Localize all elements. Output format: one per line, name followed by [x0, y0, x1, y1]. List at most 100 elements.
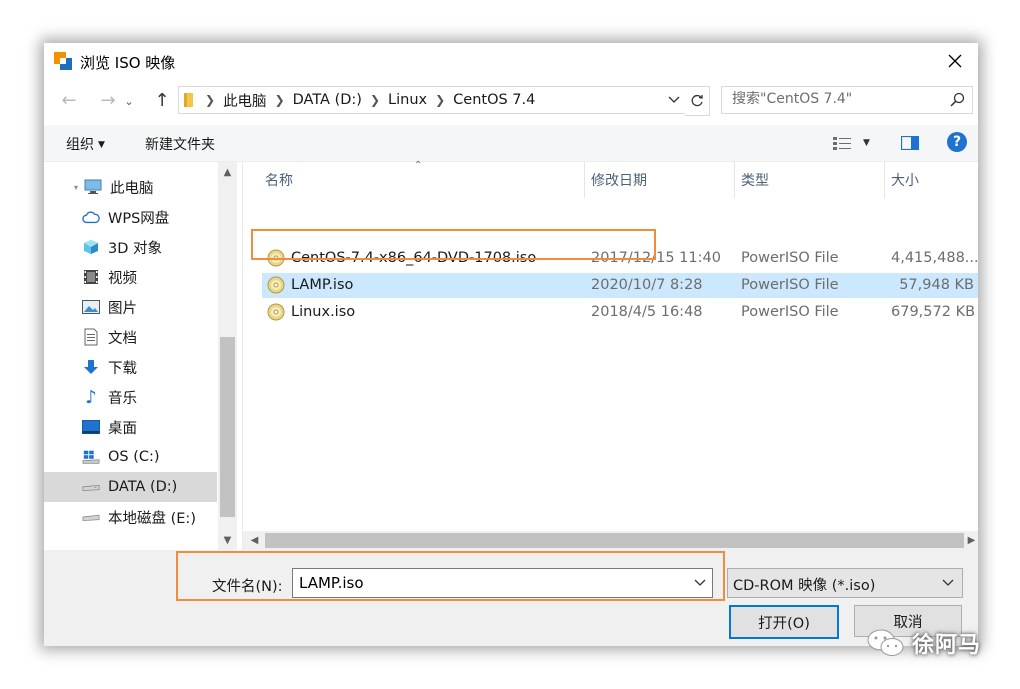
scrollbar-thumb[interactable] — [220, 337, 235, 517]
chevron-right-icon: ❯ — [274, 93, 285, 107]
new-folder-label: 新建文件夹 — [145, 137, 215, 153]
drive-icon — [82, 508, 100, 526]
chevron-down-icon — [668, 96, 680, 103]
nav-label: DATA (D:) — [108, 479, 178, 495]
column-header-name[interactable]: 名称 — [265, 162, 293, 198]
scroll-up-arrow-icon[interactable]: ▲ — [218, 164, 237, 181]
scroll-down-arrow-icon[interactable]: ▼ — [218, 532, 237, 549]
preview-pane-icon — [901, 136, 919, 150]
column-separator[interactable] — [584, 162, 585, 198]
open-button[interactable]: 打开(O) — [729, 605, 839, 639]
chevron-right-icon: ❯ — [369, 93, 381, 107]
horizontal-scrollbar[interactable]: ◀ ▶ — [243, 531, 978, 550]
nav-label: OS (C:) — [108, 449, 160, 465]
help-icon: ? — [952, 134, 962, 150]
refresh-button[interactable] — [685, 86, 710, 116]
video-icon — [82, 268, 100, 286]
search-box[interactable] — [721, 86, 973, 114]
nav-label: 本地磁盘 (E:) — [108, 510, 196, 527]
table-row-selected[interactable]: LAMP.iso 2020/10/7 8:28 PowerISO File 57… — [262, 273, 978, 298]
nav-item-this-pc[interactable]: ▾ 此电脑 — [44, 172, 217, 202]
nav-item-3d-objects[interactable]: 3D 对象 — [44, 232, 217, 262]
windows-drive-icon — [82, 448, 100, 466]
address-bar[interactable]: ❯ 此电脑 ❯ DATA (D:) ❯ Linux ❯ CentOS 7.4 — [178, 86, 687, 114]
filetype-select[interactable]: CD-ROM 映像 (*.iso) — [727, 568, 963, 598]
forward-button[interactable]: → — [96, 88, 120, 112]
crumb-this-pc[interactable]: 此电脑 — [223, 90, 267, 111]
column-separator[interactable] — [734, 162, 735, 198]
close-button[interactable] — [932, 43, 978, 79]
nav-item-wps-cloud[interactable]: WPS网盘 — [44, 202, 217, 232]
highlight-callout-filename — [176, 551, 725, 601]
help-button[interactable]: ? — [947, 132, 967, 152]
column-separator[interactable] — [884, 162, 885, 198]
nav-label: 3D 对象 — [108, 240, 162, 257]
nav-item-os-c[interactable]: OS (C:) — [44, 442, 217, 472]
nav-item-local-e[interactable]: 本地磁盘 (E:) — [44, 502, 217, 532]
column-header-date[interactable]: 修改日期 — [591, 162, 647, 198]
back-button[interactable]: ← — [57, 88, 81, 112]
crumb-centos[interactable]: CentOS 7.4 — [453, 92, 535, 108]
music-icon: ♪ — [85, 386, 97, 408]
nav-item-documents[interactable]: 文档 — [44, 322, 217, 352]
search-icon — [950, 92, 965, 107]
column-header-size[interactable]: 大小 — [891, 162, 919, 198]
nav-label: 此电脑 — [110, 180, 154, 197]
download-icon — [82, 358, 100, 376]
crumb-linux[interactable]: Linux — [388, 92, 427, 108]
search-input[interactable] — [730, 90, 944, 108]
table-row[interactable]: Linux.iso 2018/4/5 16:48 PowerISO File 6… — [262, 300, 978, 325]
file-type: PowerISO File — [741, 250, 839, 266]
preview-pane-button[interactable] — [901, 133, 919, 153]
organize-menu[interactable]: 组织 ▼ — [66, 134, 105, 154]
disc-image-icon — [267, 303, 285, 321]
change-view-button[interactable]: ▼ — [833, 133, 870, 153]
file-date: 2020/10/7 8:28 — [591, 277, 703, 293]
details-view-icon — [833, 137, 851, 150]
app-logo-icon — [54, 52, 72, 70]
column-header-type[interactable]: 类型 — [741, 162, 769, 198]
document-icon — [82, 328, 100, 346]
address-dropdown-button[interactable] — [663, 86, 685, 114]
close-icon — [948, 54, 962, 68]
new-folder-button[interactable]: 新建文件夹 — [145, 134, 215, 154]
title-bar: 浏览 ISO 映像 — [44, 43, 978, 79]
computer-icon — [84, 178, 102, 196]
nav-label: 视频 — [108, 270, 137, 287]
chevron-right-icon: ❯ — [205, 93, 216, 107]
desktop-icon — [82, 418, 100, 436]
file-size: 4,415,488... — [891, 250, 978, 266]
file-name: Linux.iso — [291, 304, 356, 320]
watermark: 徐阿马 — [866, 627, 981, 659]
recent-locations-button[interactable]: ⌄ — [122, 89, 136, 113]
disc-image-icon — [267, 276, 285, 294]
file-date: 2018/4/5 16:48 — [591, 304, 703, 320]
organize-label: 组织 — [66, 137, 94, 153]
address-row: ← → ⌄ ↑ ❯ 此电脑 ❯ DATA (D:) ❯ Linux ❯ Cent… — [44, 83, 978, 117]
scroll-left-arrow-icon[interactable]: ◀ — [245, 532, 264, 549]
sort-ascending-icon: ⌃ — [414, 160, 423, 171]
arrow-right-icon: → — [100, 89, 116, 111]
up-button[interactable]: ↑ — [150, 88, 174, 112]
command-bar: 组织 ▼ 新建文件夹 ▼ — [44, 125, 978, 162]
nav-item-data-d[interactable]: DATA (D:) — [44, 472, 217, 502]
nav-item-videos[interactable]: 视频 — [44, 262, 217, 292]
nav-label: 图片 — [108, 300, 137, 317]
crumb-data-drive[interactable]: DATA (D:) — [293, 92, 362, 108]
column-label: 名称 — [265, 173, 293, 189]
nav-item-downloads[interactable]: 下载 — [44, 352, 217, 382]
nav-label: 桌面 — [108, 420, 137, 437]
caret-down-icon: ▼ — [863, 138, 870, 148]
nav-label: 音乐 — [108, 390, 137, 407]
column-label: 修改日期 — [591, 173, 647, 189]
scrollbar-thumb[interactable] — [265, 533, 964, 548]
file-name: LAMP.iso — [291, 277, 354, 293]
scroll-right-arrow-icon[interactable]: ▶ — [965, 532, 978, 549]
navigation-scrollbar[interactable]: ▲ ▼ — [218, 162, 237, 550]
nav-item-pictures[interactable]: 图片 — [44, 292, 217, 322]
refresh-icon — [691, 94, 703, 107]
nav-label: 文档 — [108, 330, 137, 347]
cloud-icon — [82, 208, 100, 226]
nav-item-music[interactable]: ♪ 音乐 — [44, 382, 217, 412]
nav-item-desktop[interactable]: 桌面 — [44, 412, 217, 442]
